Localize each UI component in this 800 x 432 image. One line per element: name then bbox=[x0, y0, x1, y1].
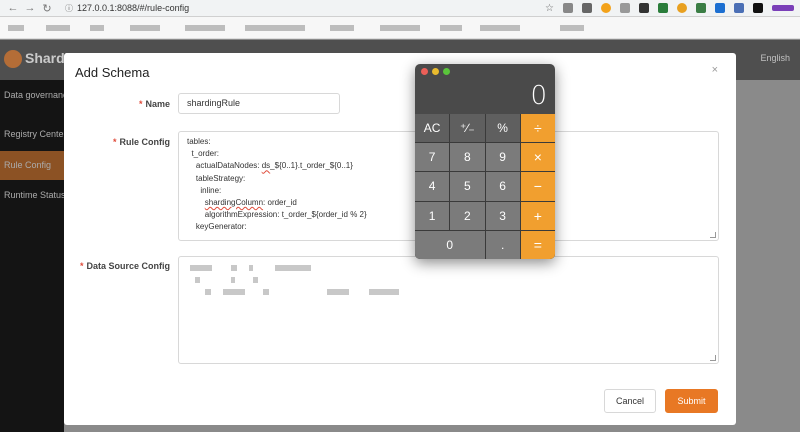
browser-toolbar: ← → ↻ ⓘ 127.0.0.1:8088/#/rule-config ☆ bbox=[0, 0, 800, 17]
extension-icon[interactable] bbox=[639, 3, 649, 13]
redacted-text bbox=[327, 289, 349, 295]
redacted-text bbox=[231, 265, 237, 271]
extension-icon[interactable] bbox=[563, 3, 573, 13]
sidebar-item-data-governance[interactable]: Data governance bbox=[0, 90, 64, 100]
bookmark-item[interactable] bbox=[380, 25, 420, 31]
digit-1-key[interactable]: 1 bbox=[415, 201, 450, 230]
redacted-text bbox=[231, 277, 235, 283]
subtract-key[interactable]: − bbox=[520, 172, 555, 201]
digit-4-key[interactable]: 4 bbox=[415, 172, 450, 201]
percent-key[interactable]: % bbox=[485, 114, 520, 143]
extensions-bar: ☆ bbox=[545, 3, 794, 14]
extension-icon[interactable] bbox=[601, 3, 611, 13]
sidebar-item-runtime-status[interactable]: Runtime Status bbox=[0, 190, 64, 200]
sign-toggle-key[interactable]: ⁺∕₋ bbox=[450, 114, 485, 143]
digit-8-key[interactable]: 8 bbox=[450, 143, 485, 172]
digit-7-key[interactable]: 7 bbox=[415, 143, 450, 172]
bookmark-item[interactable] bbox=[90, 25, 104, 31]
decimal-key[interactable]: . bbox=[485, 230, 520, 259]
divide-key[interactable]: ÷ bbox=[520, 114, 555, 143]
info-icon[interactable]: ⓘ bbox=[65, 3, 73, 14]
dialog-title: Add Schema bbox=[75, 65, 150, 80]
redacted-text bbox=[253, 277, 258, 283]
name-input[interactable]: shardingRule bbox=[178, 93, 340, 114]
sidebar-item-rule-config[interactable]: Rule Config bbox=[0, 151, 64, 180]
sidebar: Data governance Registry Center Rule Con… bbox=[0, 80, 64, 432]
star-icon[interactable]: ☆ bbox=[545, 3, 554, 14]
forward-icon[interactable]: → bbox=[23, 2, 37, 14]
window-controls bbox=[421, 68, 450, 75]
cancel-button[interactable]: Cancel bbox=[604, 389, 656, 413]
redacted-text bbox=[369, 289, 399, 295]
multiply-key[interactable]: × bbox=[520, 143, 555, 172]
bookmark-item[interactable] bbox=[185, 25, 225, 31]
extension-icon[interactable] bbox=[715, 3, 725, 13]
submit-button[interactable]: Submit bbox=[665, 389, 718, 413]
extension-icon[interactable] bbox=[677, 3, 687, 13]
redacted-text bbox=[249, 265, 253, 271]
extension-icon[interactable] bbox=[772, 5, 794, 11]
add-key[interactable]: + bbox=[520, 201, 555, 230]
extension-icon[interactable] bbox=[734, 3, 744, 13]
redacted-text bbox=[223, 289, 245, 295]
digit-3-key[interactable]: 3 bbox=[485, 201, 520, 230]
url-text: 127.0.0.1:8088/#/rule-config bbox=[77, 3, 190, 13]
calculator-keypad: AC ⁺∕₋% ÷ 7 8 9 × 4 5 6− 1 2 3 +0. = bbox=[415, 114, 555, 259]
resize-handle[interactable] bbox=[710, 232, 716, 238]
maximize-window-icon[interactable] bbox=[443, 68, 450, 75]
bookmarks-bar bbox=[0, 17, 800, 39]
redacted-text bbox=[275, 265, 311, 271]
add-schema-dialog: Add Schema × * Name shardingRule * Rule Co… bbox=[64, 53, 736, 425]
extension-icon[interactable] bbox=[696, 3, 706, 13]
language-selector[interactable]: English bbox=[760, 53, 790, 63]
extension-icon[interactable] bbox=[620, 3, 630, 13]
calculator-window[interactable]: 0 AC ⁺∕₋% ÷ 7 8 9 × 4 5 6− 1 2 3 +0. = bbox=[415, 64, 555, 259]
bookmark-item[interactable] bbox=[46, 25, 70, 31]
calculator-display: 0 bbox=[530, 81, 547, 111]
digit-5-key[interactable]: 5 bbox=[450, 172, 485, 201]
digit-6-key[interactable]: 6 bbox=[485, 172, 520, 201]
digit-2-key[interactable]: 2 bbox=[450, 201, 485, 230]
equals-key[interactable]: = bbox=[520, 230, 555, 259]
bookmark-item[interactable] bbox=[480, 25, 520, 31]
clear-key[interactable]: AC bbox=[415, 114, 450, 143]
digit-9-key[interactable]: 9 bbox=[485, 143, 520, 172]
redacted-text bbox=[263, 289, 269, 295]
data-source-config-label: * Data Source Config bbox=[79, 261, 170, 271]
bookmark-item[interactable] bbox=[440, 25, 462, 31]
close-icon[interactable]: × bbox=[712, 64, 718, 76]
redacted-text bbox=[195, 277, 200, 283]
extension-icon[interactable] bbox=[753, 3, 763, 13]
resize-handle[interactable] bbox=[710, 355, 716, 361]
back-icon[interactable]: ← bbox=[6, 2, 20, 14]
minimize-window-icon[interactable] bbox=[432, 68, 439, 75]
reload-icon[interactable]: ↻ bbox=[40, 2, 54, 15]
bookmark-item[interactable] bbox=[8, 25, 24, 31]
extension-icon[interactable] bbox=[658, 3, 668, 13]
data-source-config-textarea[interactable] bbox=[178, 256, 719, 364]
bookmark-item[interactable] bbox=[130, 25, 160, 31]
bookmark-item[interactable] bbox=[245, 25, 305, 31]
logo-icon bbox=[4, 50, 22, 68]
sidebar-item-registry-center[interactable]: Registry Center bbox=[0, 129, 64, 139]
name-label: * Name bbox=[138, 99, 170, 109]
bookmark-item[interactable] bbox=[330, 25, 354, 31]
address-bar[interactable]: ⓘ 127.0.0.1:8088/#/rule-config bbox=[65, 2, 265, 15]
close-window-icon[interactable] bbox=[421, 68, 428, 75]
extension-icon[interactable] bbox=[582, 3, 592, 13]
bookmark-item[interactable] bbox=[560, 25, 584, 31]
redacted-text bbox=[190, 265, 212, 271]
digit-0-key[interactable]: 0 bbox=[415, 230, 485, 259]
rule-config-label: * Rule Config bbox=[112, 137, 170, 147]
redacted-text bbox=[205, 289, 211, 295]
